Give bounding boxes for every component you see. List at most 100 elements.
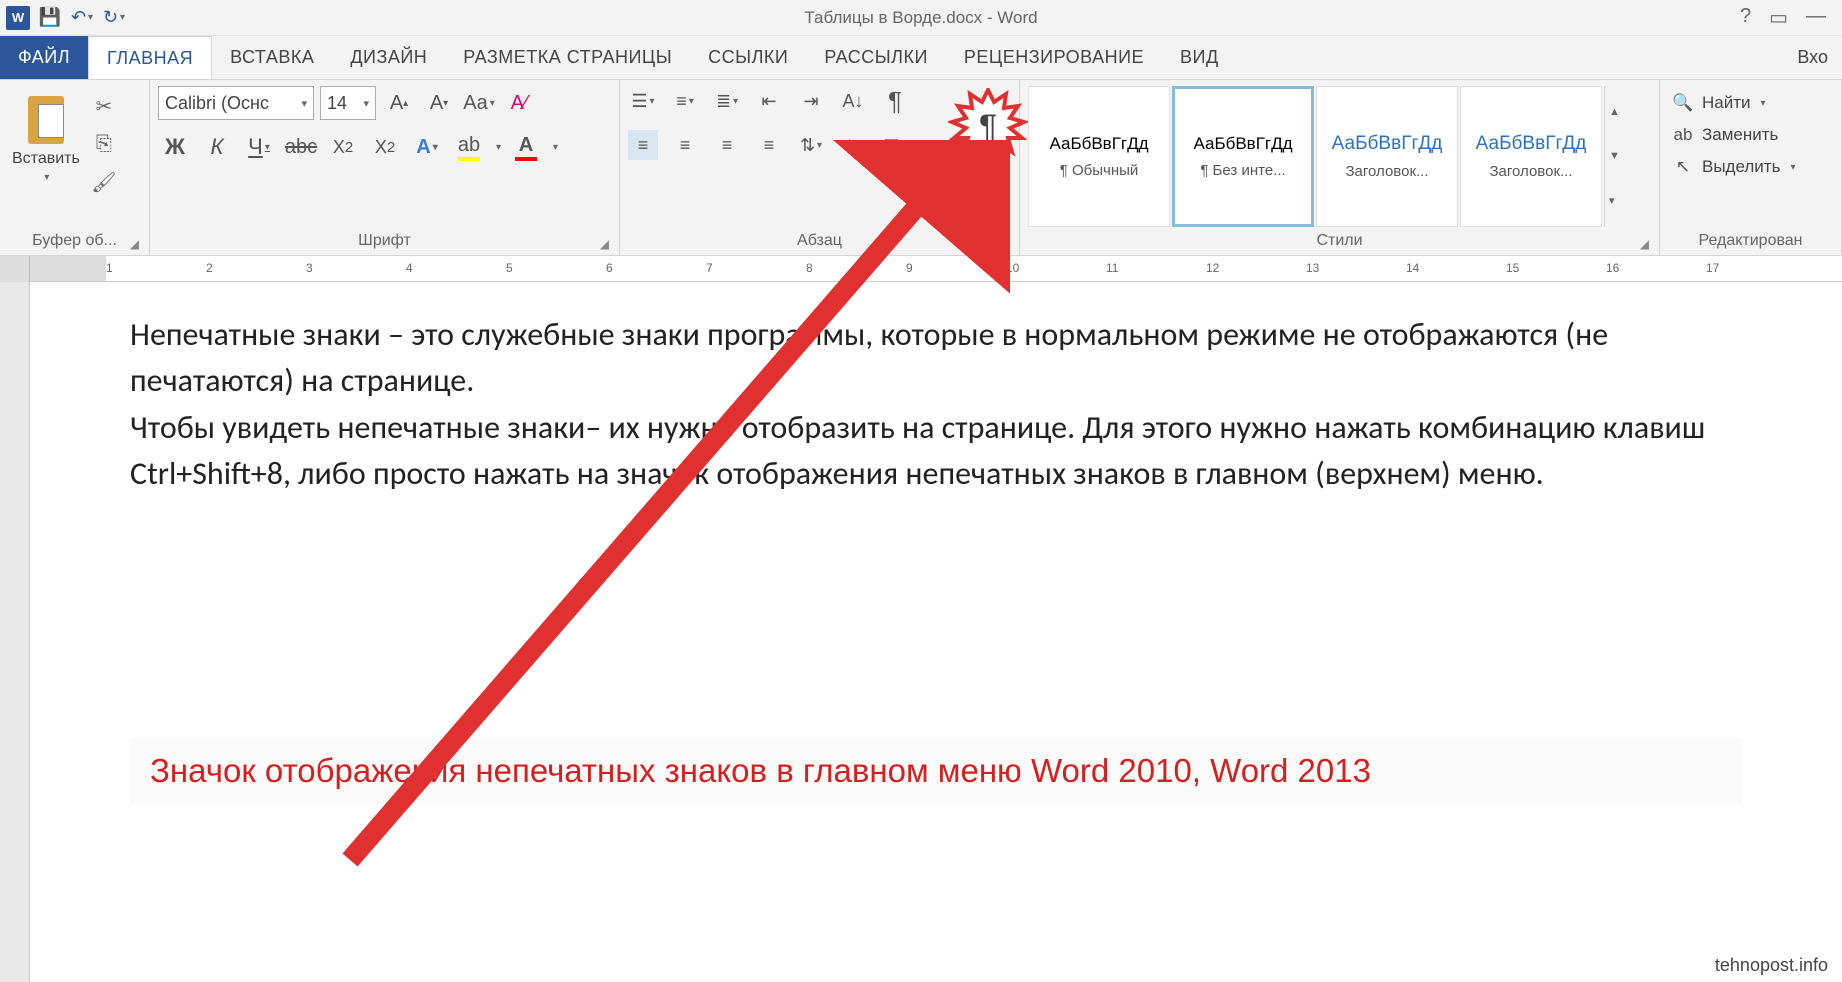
borders-icon[interactable]: ▦▾ xyxy=(880,130,910,160)
font-color-button[interactable]: A xyxy=(509,130,543,164)
text-effects-icon[interactable]: A▾ xyxy=(410,130,444,164)
style-no-spacing[interactable]: АаБбВвГгДд ¶ Без инте... xyxy=(1172,86,1314,227)
tab-layout[interactable]: РАЗМЕТКА СТРАНИЦЫ xyxy=(445,36,690,79)
watermark: tehnopost.info xyxy=(1715,955,1828,976)
ruler-tick: 12 xyxy=(1206,261,1219,275)
ruler-tick: 7 xyxy=(706,261,713,275)
grow-font-icon[interactable]: A▴ xyxy=(382,86,416,120)
increase-indent-icon[interactable]: ⇥ xyxy=(796,86,826,116)
clipboard-launcher-icon[interactable]: ◢ xyxy=(130,237,139,251)
ruler-tick: 16 xyxy=(1606,261,1619,275)
bullets-icon[interactable]: ☰▾ xyxy=(628,86,658,116)
starburst-highlight-icon: ¶ xyxy=(948,88,1028,168)
sort-icon[interactable]: A↓ xyxy=(838,86,868,116)
window-controls: ? ▭ — xyxy=(1740,5,1842,30)
tab-insert[interactable]: ВСТАВКА xyxy=(212,36,332,79)
tab-design[interactable]: ДИЗАЙН xyxy=(332,36,445,79)
align-left-icon[interactable]: ≡ xyxy=(628,130,658,160)
multilevel-list-icon[interactable]: ≣▾ xyxy=(712,86,742,116)
group-clipboard: Вставить ▾ ✂ ⎘ 🖌 Буфер об...◢ xyxy=(0,80,150,255)
style-heading2[interactable]: АаБбВвГгДд Заголовок... xyxy=(1460,86,1602,227)
word-app-icon[interactable]: W xyxy=(4,4,32,32)
redo-icon[interactable]: ↻▾ xyxy=(100,4,128,32)
italic-button[interactable]: К xyxy=(200,130,234,164)
align-center-icon[interactable]: ≡ xyxy=(670,130,700,160)
font-name-combo[interactable]: Calibri (Оснс▾ xyxy=(158,86,314,120)
tab-file[interactable]: ФАЙЛ xyxy=(0,36,88,79)
font-size-combo[interactable]: 14▾ xyxy=(320,86,376,120)
help-icon[interactable]: ? xyxy=(1740,5,1751,30)
paragraph-group-label: Абзац xyxy=(797,232,842,250)
select-icon: ↖ xyxy=(1672,156,1694,178)
styles-gallery-more[interactable]: ▲ ▼ ▾ xyxy=(1604,86,1630,227)
undo-icon[interactable]: ↶▾ xyxy=(68,4,96,32)
shrink-font-icon[interactable]: A▾ xyxy=(422,86,456,120)
strikethrough-button[interactable]: abc xyxy=(284,130,318,164)
ruler-corner xyxy=(0,256,30,282)
ruler-tick: 6 xyxy=(606,261,613,275)
underline-button[interactable]: Ч▾ xyxy=(242,130,276,164)
tab-view[interactable]: ВИД xyxy=(1162,36,1237,79)
ruler-tick: 8 xyxy=(806,261,813,275)
font-group-label: Шрифт xyxy=(358,232,411,250)
change-case-icon[interactable]: Aa▾ xyxy=(462,86,496,120)
ruler-tick: 17 xyxy=(1706,261,1719,275)
show-hide-paragraph-button[interactable]: ¶ xyxy=(880,86,910,116)
cut-icon[interactable]: ✂ xyxy=(90,92,118,120)
align-right-icon[interactable]: ≡ xyxy=(712,130,742,160)
ruler-tick: 13 xyxy=(1306,261,1319,275)
horizontal-ruler-area: 1234567891011121314151617 xyxy=(0,256,1842,282)
title-bar: W 💾 ↶▾ ↻▾ Таблицы в Ворде.docx - Word ? … xyxy=(0,0,1842,36)
svg-text:¶: ¶ xyxy=(979,108,997,146)
style-normal[interactable]: АаБбВвГгДд ¶ Обычный xyxy=(1028,86,1170,227)
save-icon[interactable]: 💾 xyxy=(36,4,64,32)
tab-review[interactable]: РЕЦЕНЗИРОВАНИЕ xyxy=(946,36,1162,79)
replace-icon: ab xyxy=(1672,124,1694,146)
style-heading1[interactable]: АаБбВвГгДд Заголовок... xyxy=(1316,86,1458,227)
horizontal-ruler[interactable]: 1234567891011121314151617 xyxy=(30,256,1842,282)
document-paragraph-2: Чтобы увидеть непечатные знаки– их нужно… xyxy=(130,405,1742,498)
minimize-icon[interactable]: — xyxy=(1806,5,1826,30)
select-button[interactable]: ↖Выделить▾ xyxy=(1668,154,1799,180)
window-title: Таблицы в Ворде.docx - Word xyxy=(804,8,1037,28)
decrease-indent-icon[interactable]: ⇤ xyxy=(754,86,784,116)
paste-icon xyxy=(24,90,68,146)
ruler-tick: 1 xyxy=(106,261,113,275)
tab-references[interactable]: ССЫЛКИ xyxy=(690,36,806,79)
find-button[interactable]: 🔍Найти▾ xyxy=(1668,90,1770,116)
ribbon: Вставить ▾ ✂ ⎘ 🖌 Буфер об...◢ Calibri (О… xyxy=(0,80,1842,256)
sign-in[interactable]: Вхо xyxy=(1797,36,1842,79)
vertical-ruler[interactable] xyxy=(0,282,30,982)
bold-button[interactable]: Ж xyxy=(158,130,192,164)
superscript-button[interactable]: X2 xyxy=(368,130,402,164)
format-painter-icon[interactable]: 🖌 xyxy=(90,168,118,196)
ruler-tick: 9 xyxy=(906,261,913,275)
document-paragraph-1: Непечатные знаки – это служебные знаки п… xyxy=(130,312,1742,405)
copy-icon[interactable]: ⎘ xyxy=(90,130,118,158)
ruler-tick: 11 xyxy=(1106,261,1118,275)
justify-icon[interactable]: ≡ xyxy=(754,130,784,160)
document-area: Непечатные знаки – это служебные знаки п… xyxy=(0,282,1842,982)
clear-formatting-icon[interactable]: A⁄ xyxy=(502,86,536,120)
subscript-button[interactable]: X2 xyxy=(326,130,360,164)
ribbon-options-icon[interactable]: ▭ xyxy=(1769,5,1788,30)
paste-button[interactable]: Вставить ▾ xyxy=(8,86,84,187)
shading-icon[interactable]: ◇▾ xyxy=(838,130,868,160)
highlight-color-button[interactable]: ab xyxy=(452,130,486,164)
tab-home[interactable]: ГЛАВНАЯ xyxy=(88,36,212,79)
font-launcher-icon[interactable]: ◢ xyxy=(600,237,609,251)
line-spacing-icon[interactable]: ⇅▾ xyxy=(796,130,826,160)
styles-launcher-icon[interactable]: ◢ xyxy=(1640,237,1649,251)
styles-group-label: Стили xyxy=(1316,232,1362,250)
ribbon-tabs: ФАЙЛ ГЛАВНАЯ ВСТАВКА ДИЗАЙН РАЗМЕТКА СТР… xyxy=(0,36,1842,80)
ruler-tick: 2 xyxy=(206,261,213,275)
annotation-caption: Значок отображения непечатных знаков в г… xyxy=(130,738,1742,804)
paragraph-launcher-icon[interactable]: ◢ xyxy=(1000,237,1009,251)
document-page[interactable]: Непечатные знаки – это служебные знаки п… xyxy=(30,282,1842,982)
numbering-icon[interactable]: ≡▾ xyxy=(670,86,700,116)
group-font: Calibri (Оснс▾ 14▾ A▴ A▾ Aa▾ A⁄ Ж К Ч▾ a… xyxy=(150,80,620,255)
editing-group-label: Редактирован xyxy=(1698,232,1802,250)
ruler-tick: 3 xyxy=(306,261,313,275)
replace-button[interactable]: abЗаменить xyxy=(1668,122,1782,148)
tab-mailings[interactable]: РАССЫЛКИ xyxy=(806,36,946,79)
